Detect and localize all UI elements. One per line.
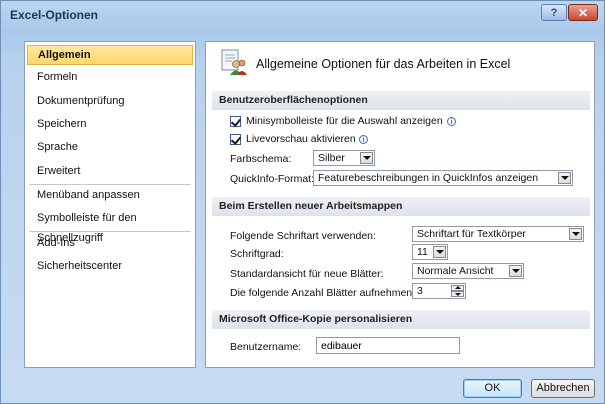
chevron-down-icon[interactable]	[360, 152, 373, 164]
spin-down-icon[interactable]	[451, 291, 464, 297]
screentip-label: QuickInfo-Format:	[230, 173, 315, 185]
mini-toolbar-label: Minisymbolleiste für die Auswahl anzeige…	[246, 115, 443, 127]
section-header-ui-options: Benutzeroberflächenoptionen	[212, 91, 590, 110]
live-preview-checkbox[interactable]	[230, 134, 241, 145]
live-preview-label: Livevorschau aktivieren	[246, 133, 356, 145]
ok-button[interactable]: OK	[463, 379, 522, 398]
default-view-dropdown[interactable]: Normale Ansicht	[412, 263, 524, 279]
sidebar-item-add-ins[interactable]: Add-Ins	[27, 233, 193, 253]
sidebar-item-dokumentpruefung[interactable]: Dokumentprüfung	[27, 91, 193, 111]
options-content-panel: Allgemeine Optionen für das Arbeiten in …	[205, 41, 595, 368]
title-bar[interactable]: Excel-Optionen ? ✕	[1, 1, 604, 29]
font-size-label: Schriftgrad:	[230, 248, 284, 260]
sheet-count-label: Die folgende Anzahl Blätter aufnehmen:	[230, 287, 416, 299]
chevron-down-icon[interactable]	[569, 228, 582, 240]
section-header-personalize: Microsoft Office-Kopie personalisieren	[212, 310, 590, 329]
font-value: Schriftart für Textkörper	[417, 228, 526, 240]
username-input[interactable]	[316, 337, 460, 354]
font-size-dropdown[interactable]: 11	[412, 244, 448, 260]
screentip-dropdown[interactable]: Featurebeschreibungen in QuickInfos anze…	[313, 170, 573, 186]
sheet-count-value: 3	[417, 285, 423, 297]
username-label: Benutzername:	[230, 341, 302, 353]
color-scheme-label: Farbschema:	[230, 153, 292, 165]
sidebar-item-allgemein[interactable]: Allgemein	[27, 45, 193, 65]
screentip-value: Featurebeschreibungen in QuickInfos anze…	[318, 172, 539, 184]
font-label: Folgende Schriftart verwenden:	[230, 230, 376, 242]
sidebar-item-formeln[interactable]: Formeln	[27, 67, 193, 87]
close-button[interactable]: ✕	[568, 4, 598, 21]
page-title: Allgemeine Optionen für das Arbeiten in …	[256, 57, 511, 71]
chevron-down-icon[interactable]	[509, 265, 522, 277]
sidebar-item-sicherheitscenter[interactable]: Sicherheitscenter	[27, 256, 193, 276]
excel-options-dialog: Excel-Optionen ? ✕ Allgemein Formeln Dok…	[0, 0, 605, 404]
sidebar: Allgemein Formeln Dokumentprüfung Speich…	[24, 41, 196, 368]
sidebar-item-schnellzugriff[interactable]: Symbolleiste für den Schnellzugriff	[27, 208, 193, 244]
mini-toolbar-checkbox[interactable]	[230, 116, 241, 127]
section-header-new-workbooks: Beim Erstellen neuer Arbeitsmappen	[212, 197, 590, 216]
info-icon: i	[359, 135, 368, 144]
options-people-icon	[221, 49, 247, 75]
help-button[interactable]: ?	[541, 4, 567, 21]
chevron-down-icon[interactable]	[433, 246, 446, 258]
cancel-button[interactable]: Abbrechen	[531, 379, 595, 398]
chevron-down-icon[interactable]	[558, 172, 571, 184]
sidebar-item-menueband[interactable]: Menüband anpassen	[27, 185, 193, 205]
sidebar-divider	[29, 231, 191, 232]
default-view-label: Standardansicht für neue Blätter:	[230, 268, 384, 280]
font-size-value: 11	[417, 246, 428, 258]
info-icon: i	[447, 117, 456, 126]
color-scheme-value: Silber	[318, 152, 345, 164]
font-dropdown[interactable]: Schriftart für Textkörper	[412, 226, 584, 242]
color-scheme-dropdown[interactable]: Silber	[313, 150, 375, 166]
sidebar-item-erweitert[interactable]: Erweitert	[27, 161, 193, 181]
sheet-count-spinner[interactable]: 3	[412, 283, 466, 299]
sidebar-item-sprache[interactable]: Sprache	[27, 137, 193, 157]
default-view-value: Normale Ansicht	[417, 265, 494, 277]
window-title: Excel-Optionen	[10, 8, 99, 22]
sidebar-item-speichern[interactable]: Speichern	[27, 114, 193, 134]
